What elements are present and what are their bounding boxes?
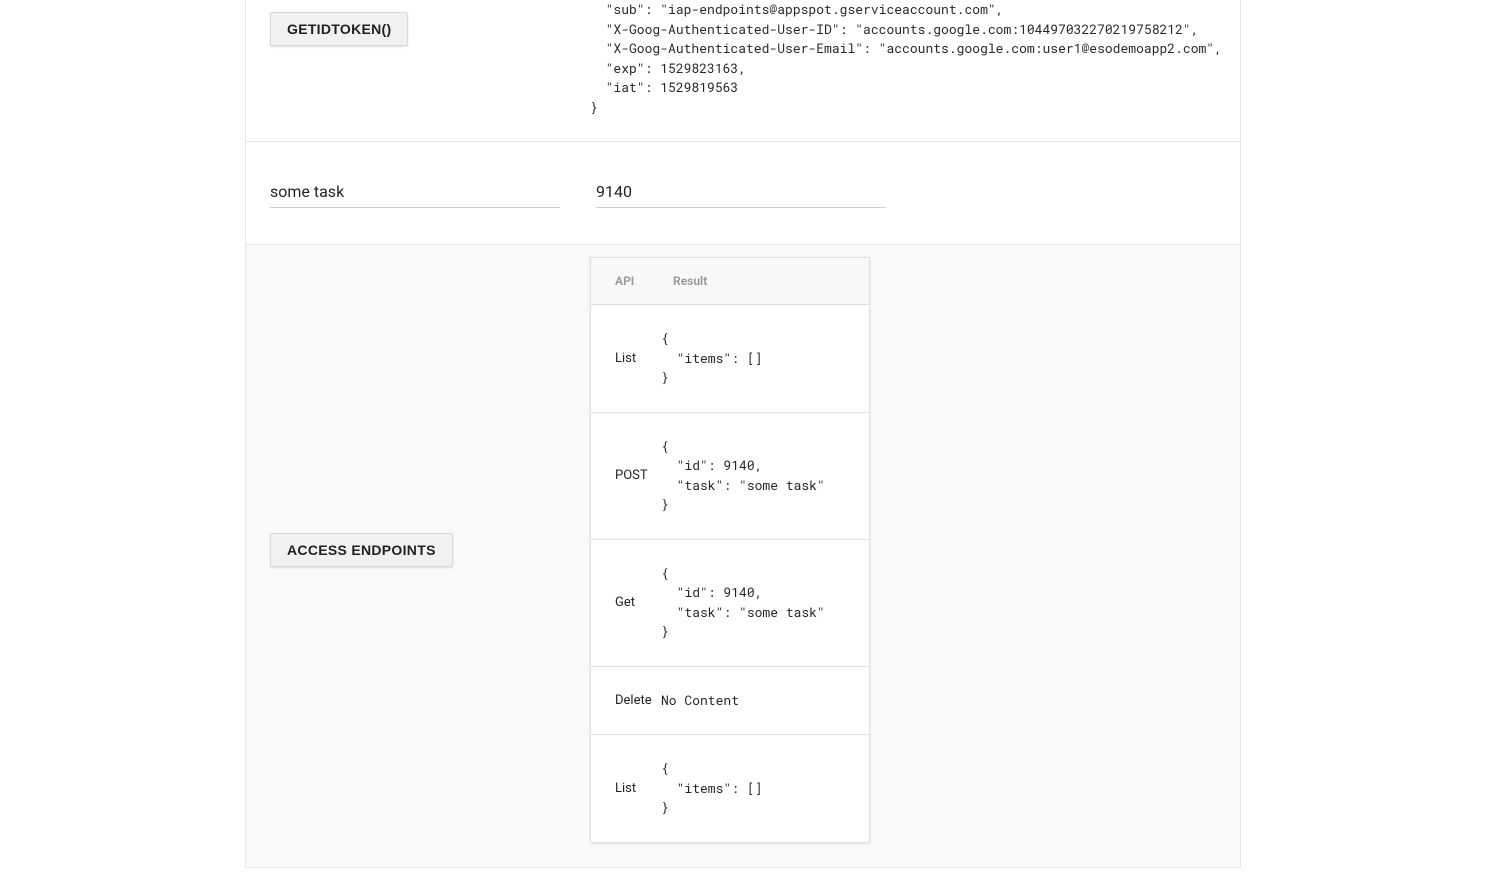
results-table: API Result List{ "items": [] }POST{ "id"… — [590, 257, 870, 843]
table-header-result: Result — [661, 258, 869, 304]
get-id-token-button[interactable]: GetIdToken() — [270, 12, 408, 46]
result-code: { "items": [] } — [661, 759, 857, 818]
main-card: GetIdToken() "sub": "iap-endpoints@appsp… — [245, 0, 1241, 868]
token-code-block: "sub": "iap-endpoints@appspot.gserviceac… — [590, 0, 1222, 117]
table-row: DeleteNo Content — [591, 667, 869, 736]
token-code-col: "sub": "iap-endpoints@appspot.gserviceac… — [590, 0, 1222, 117]
access-endpoints-button[interactable]: Access Endpoints — [270, 533, 453, 567]
task-input[interactable] — [270, 178, 560, 208]
result-code: { "id": 9140, "task": "some task" } — [661, 437, 857, 515]
result-code: { "id": 9140, "task": "some task" } — [661, 564, 857, 642]
endpoints-button-col: Access Endpoints — [270, 257, 590, 843]
result-cell: { "items": [] } — [661, 735, 869, 842]
token-section: GetIdToken() "sub": "iap-endpoints@appsp… — [246, 0, 1240, 142]
result-cell: { "id": 9140, "task": "some task" } — [661, 413, 869, 539]
api-cell: List — [591, 757, 661, 820]
endpoints-table-col: API Result List{ "items": [] }POST{ "id"… — [590, 257, 1216, 843]
api-cell: Delete — [591, 669, 661, 732]
table-row: Get{ "id": 9140, "task": "some task" } — [591, 540, 869, 667]
table-body: List{ "items": [] }POST{ "id": 9140, "ta… — [591, 305, 869, 842]
result-code: No Content — [661, 691, 857, 711]
table-row: POST{ "id": 9140, "task": "some task" } — [591, 413, 869, 540]
api-cell: POST — [591, 444, 661, 507]
api-cell: List — [591, 327, 661, 390]
endpoints-section: Access Endpoints API Result List{ "items… — [246, 245, 1240, 867]
token-button-col: GetIdToken() — [270, 0, 590, 117]
result-cell: { "id": 9140, "task": "some task" } — [661, 540, 869, 666]
api-cell: Get — [591, 571, 661, 634]
table-header-api: API — [591, 258, 661, 304]
result-code: { "items": [] } — [661, 329, 857, 388]
table-row: List{ "items": [] } — [591, 305, 869, 413]
result-cell: { "items": [] } — [661, 305, 869, 412]
table-row: List{ "items": [] } — [591, 735, 869, 842]
inputs-section — [246, 142, 1240, 245]
table-header: API Result — [591, 258, 869, 305]
result-cell: No Content — [661, 667, 869, 735]
id-input[interactable] — [596, 178, 886, 208]
